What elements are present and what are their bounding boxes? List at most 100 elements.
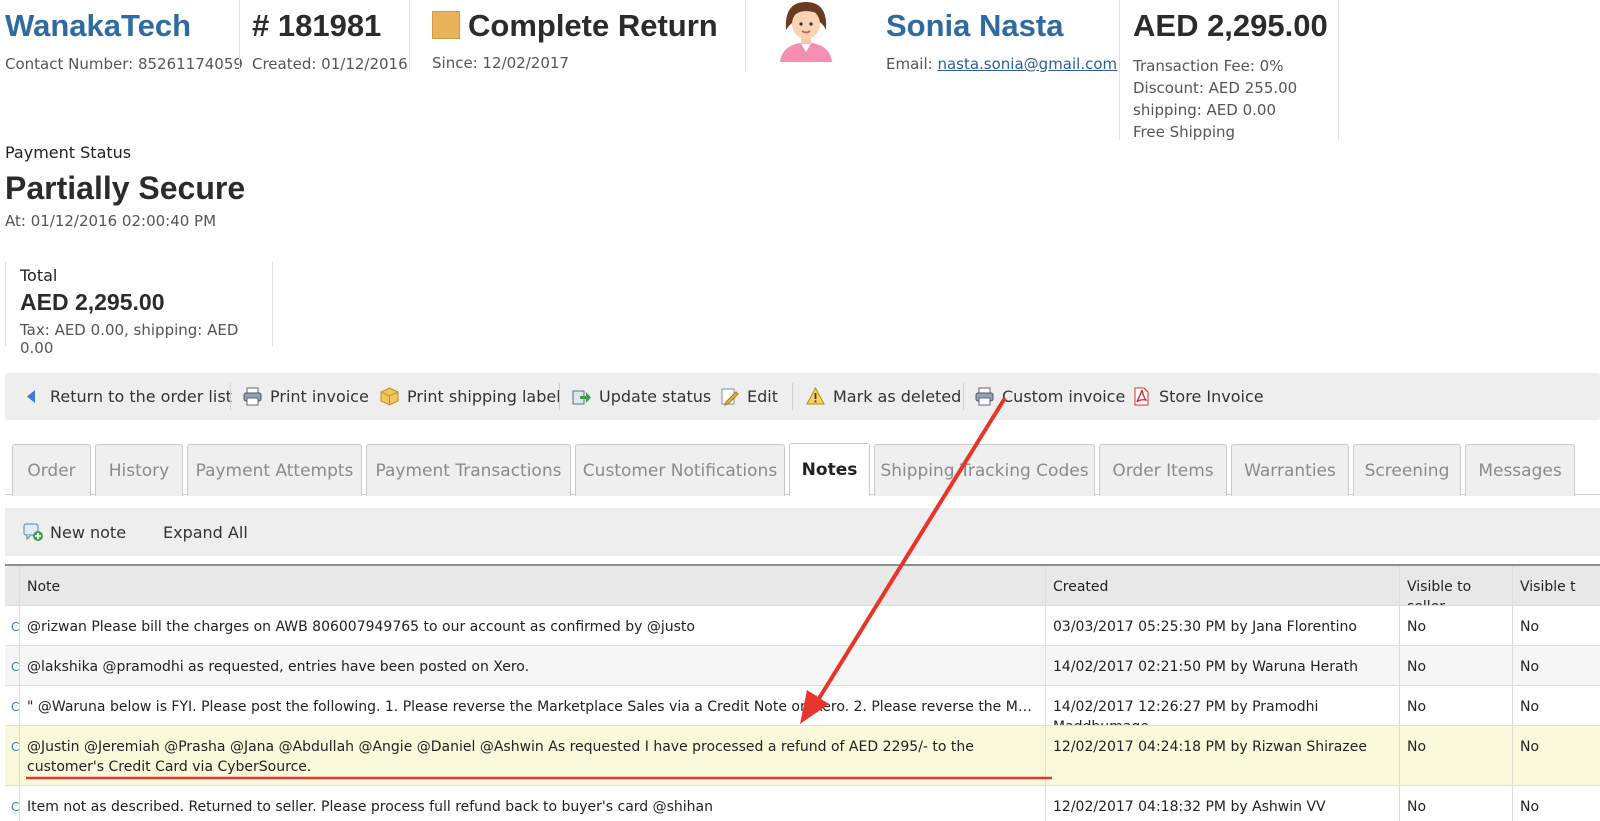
note-created: 12/02/2017 04:18:32 PM by Ashwin VV: [1045, 786, 1399, 821]
table-row[interactable]: C @rizwan Please bill the charges on AWB…: [5, 606, 1600, 646]
toolbar-divider: [559, 383, 560, 410]
print-invoice-button[interactable]: Print invoice: [243, 373, 369, 420]
tab-customer-notifications[interactable]: Customer Notifications: [575, 444, 785, 496]
customer-name[interactable]: Sonia Nasta: [886, 10, 1117, 41]
note-text: @lakshika @pramodhi as requested, entrie…: [19, 646, 1045, 685]
warning-icon: [806, 386, 825, 406]
row-expand-handle[interactable]: C: [5, 686, 19, 725]
mark-as-deleted-button[interactable]: Mark as deleted: [806, 373, 961, 420]
payment-status-time: At: 01/12/2016 02:00:40 PM: [5, 212, 217, 230]
order-number: # 181981: [252, 8, 382, 43]
update-status-button[interactable]: Update status: [572, 373, 711, 420]
order-created: Created: 01/12/2016: [252, 55, 408, 73]
customer-email-link[interactable]: nasta.sonia@gmail.com: [937, 55, 1117, 73]
edit-label: Edit: [747, 387, 778, 406]
mark-deleted-label: Mark as deleted: [833, 387, 962, 406]
column-header-visible-other[interactable]: Visible t: [1512, 566, 1600, 605]
pdf-icon: [1132, 387, 1151, 406]
store-block: WanakaTech Contact Number: 85261174059: [5, 10, 243, 73]
visible-other: No: [1512, 646, 1600, 685]
note-created: 14/02/2017 12:26:27 PM by Pramodhi Maddh…: [1045, 686, 1399, 725]
tab-messages[interactable]: Messages: [1465, 444, 1575, 496]
row-expand-handle[interactable]: C: [5, 606, 19, 645]
print-invoice-label: Print invoice: [270, 387, 369, 406]
order-status: Complete Return: [468, 8, 718, 43]
toolbar-divider: [792, 383, 793, 410]
custom-invoice-button[interactable]: Custom invoice: [975, 373, 1125, 420]
table-row[interactable]: C Item not as described. Returned to sel…: [5, 786, 1600, 821]
column-header-note[interactable]: Note: [19, 566, 1045, 605]
table-row[interactable]: C @lakshika @pramodhi as requested, entr…: [5, 646, 1600, 686]
note-text: @Justin @Jeremiah @Prasha @Jana @Abdulla…: [19, 726, 1045, 785]
edit-button[interactable]: Edit: [720, 373, 778, 420]
package-icon: [380, 387, 399, 406]
back-arrow-icon: [23, 387, 42, 406]
action-toolbar: Return to the order list Print invoice P…: [5, 373, 1600, 420]
table-header-row: Note Created Visible to seller Visible t: [5, 566, 1600, 606]
new-note-button[interactable]: New note: [23, 508, 126, 556]
visible-other: No: [1512, 726, 1600, 785]
row-gutter: [5, 566, 19, 605]
status-color-swatch: [432, 11, 460, 39]
divider: [1119, 0, 1120, 140]
visible-to-seller: No: [1399, 686, 1512, 725]
print-label-label: Print shipping label: [407, 387, 561, 406]
customer-avatar: [770, 0, 842, 66]
table-row[interactable]: C " @Waruna below is FYI. Please post th…: [5, 686, 1600, 726]
printer-icon: [975, 387, 994, 406]
note-created: 03/03/2017 05:25:30 PM by Jana Florentin…: [1045, 606, 1399, 645]
order-tabs: Order History Payment Attempts Payment T…: [5, 442, 1600, 496]
edit-pencil-icon: [720, 387, 739, 406]
email-label: Email:: [886, 55, 933, 73]
visible-to-seller: No: [1399, 646, 1512, 685]
store-invoice-label: Store Invoice: [1159, 387, 1264, 406]
visible-other: No: [1512, 606, 1600, 645]
tab-history[interactable]: History: [95, 444, 183, 496]
customer-email-line: Email: nasta.sonia@gmail.com: [886, 55, 1117, 73]
order-amount: AED 2,295.00: [1133, 8, 1328, 43]
divider: [745, 0, 746, 72]
total-details: Tax: AED 0.00, shipping: AED 0.00: [20, 321, 239, 357]
total-box: Total AED 2,295.00 Tax: AED 0.00, shippi…: [5, 262, 273, 357]
tab-notes[interactable]: Notes: [789, 443, 870, 496]
column-header-visible-to-seller[interactable]: Visible to seller: [1399, 566, 1512, 605]
tab-warranties[interactable]: Warranties: [1231, 444, 1349, 496]
amount-details: Transaction Fee: 0% Discount: AED 255.00…: [1133, 55, 1328, 143]
return-label: Return to the order list: [50, 387, 232, 406]
tab-screening[interactable]: Screening: [1353, 444, 1461, 496]
divider: [1338, 0, 1339, 140]
print-shipping-label-button[interactable]: Print shipping label: [380, 373, 561, 420]
customer-block: Sonia Nasta Email: nasta.sonia@gmail.com: [886, 10, 1117, 73]
row-expand-handle[interactable]: C: [5, 726, 19, 785]
discount: Discount: AED 255.00: [1133, 79, 1298, 97]
tab-order-items[interactable]: Order Items: [1099, 444, 1227, 496]
column-header-created[interactable]: Created: [1045, 566, 1399, 605]
store-contact: Contact Number: 85261174059: [5, 55, 243, 73]
divider: [409, 0, 410, 72]
notes-table: Note Created Visible to seller Visible t…: [5, 564, 1600, 821]
row-expand-handle[interactable]: C: [5, 786, 19, 821]
order-header: WanakaTech Contact Number: 85261174059 #…: [0, 0, 1600, 143]
store-invoice-button[interactable]: Store Invoice: [1132, 373, 1264, 420]
notes-toolbar: New note Expand All: [5, 508, 1600, 556]
visible-other: No: [1512, 786, 1600, 821]
return-to-order-list-button[interactable]: Return to the order list: [23, 373, 232, 420]
tab-payment-transactions[interactable]: Payment Transactions: [366, 444, 571, 496]
toolbar-divider: [230, 383, 231, 410]
visible-to-seller: No: [1399, 606, 1512, 645]
row-expand-handle[interactable]: C: [5, 646, 19, 685]
note-text: @rizwan Please bill the charges on AWB 8…: [19, 606, 1045, 645]
note-created: 14/02/2017 02:21:50 PM by Waruna Herath: [1045, 646, 1399, 685]
payment-status-label: Payment Status: [5, 143, 132, 162]
total-value: AED 2,295.00: [20, 289, 165, 315]
table-row-highlighted[interactable]: C @Justin @Jeremiah @Prasha @Jana @Abdul…: [5, 726, 1600, 786]
tab-payment-attempts[interactable]: Payment Attempts: [187, 444, 362, 496]
payment-status-value: Partially Secure: [5, 170, 246, 206]
expand-all-button[interactable]: Expand All: [163, 508, 248, 556]
note-text: " @Waruna below is FYI. Please post the …: [19, 686, 1045, 725]
store-name[interactable]: WanakaTech: [5, 10, 243, 41]
note-text: Item not as described. Returned to selle…: [19, 786, 1045, 821]
tab-shipping-tracking-codes[interactable]: Shipping Tracking Codes: [874, 444, 1095, 496]
free-shipping: Free Shipping: [1133, 123, 1236, 141]
tab-order[interactable]: Order: [12, 444, 91, 496]
